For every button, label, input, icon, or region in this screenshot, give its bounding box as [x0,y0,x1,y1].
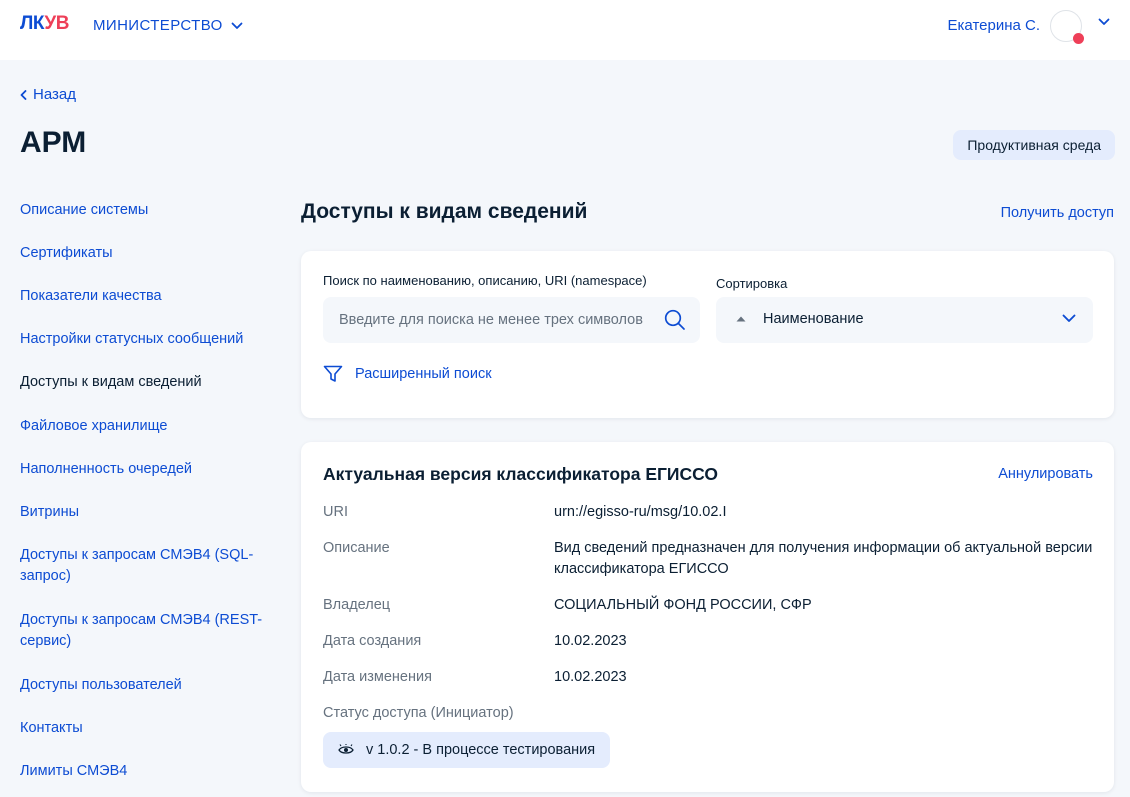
sidebar-item-queue-fill[interactable]: Наполненность очередей [20,459,192,480]
sidebar-item-smev4-rest[interactable]: Доступы к запросам СМЭВ4 (REST-сервис) [20,610,265,652]
created-date-value: 10.02.2023 [554,633,627,649]
status-value: v 1.0.2 - В процессе тестирования [366,742,596,758]
status-key: Статус доступа (Инициатор) [323,705,514,721]
user-menu-chevron-icon[interactable] [1098,18,1110,26]
search-panel: Поиск по наименованию, описанию, URI (na… [301,251,1114,418]
annul-link[interactable]: Аннулировать [998,466,1093,482]
get-access-link[interactable]: Получить доступ [1001,205,1114,221]
environment-badge[interactable]: Продуктивная среда [953,130,1115,160]
search-input[interactable] [323,297,700,343]
owner-key: Владелец [323,597,391,613]
eye-icon [338,744,354,754]
uri-value: urn://egisso-ru/msg/10.02.I [554,504,727,520]
logo[interactable]: ЛКУВ [20,13,69,35]
sidebar-item-contacts[interactable]: Контакты [20,718,83,739]
description-key: Описание [323,540,390,556]
sidebar-item-user-access[interactable]: Доступы пользователей [20,675,182,696]
sidebar-item-certificates[interactable]: Сертификаты [20,243,113,264]
advanced-search-link[interactable]: Расширенный поиск [323,365,492,383]
sort-select[interactable]: Наименование [716,297,1093,343]
sort-value: Наименование [763,311,864,327]
search-label: Поиск по наименованию, описанию, URI (na… [323,273,647,288]
chevron-down-icon [231,22,243,29]
chevron-left-icon [20,89,27,100]
modified-date-value: 10.02.2023 [554,669,627,685]
sidebar-item-status-messages[interactable]: Настройки статусных сообщений [20,329,243,350]
sidebar-item-smev4-sql[interactable]: Доступы к запросам СМЭВ4 (SQL-запрос) [20,545,260,587]
description-value: Вид сведений предназначен для получения … [554,540,1093,577]
filter-icon [323,365,343,382]
avatar[interactable] [1050,10,1084,44]
notification-dot [1073,33,1084,44]
page-title: АРМ [20,126,87,159]
sidebar-item-smev4-limits[interactable]: Лимиты СМЭВ4 [20,761,127,782]
modified-date-key: Дата изменения [323,669,432,685]
search-icon[interactable] [664,309,686,331]
back-link[interactable]: Назад [20,86,76,103]
status-chip[interactable]: v 1.0.2 - В процессе тестирования [323,732,611,768]
card-title: Актуальная версия классификатора ЕГИССО [323,464,718,484]
advanced-search-label: Расширенный поиск [355,366,492,382]
sidebar-item-showcases[interactable]: Витрины [20,502,79,523]
sidebar-item-data-access[interactable]: Доступы к видам сведений [20,372,202,393]
top-bar: ЛКУВ МИНИСТЕРСТВО Екатерина С. [0,0,1130,60]
data-access-card: Актуальная версия классификатора ЕГИССО … [301,442,1114,792]
section-title: Доступы к видам сведений [301,200,588,223]
ministry-dropdown[interactable]: МИНИСТЕРСТВО [93,17,243,34]
user-name[interactable]: Екатерина С. [948,17,1040,34]
chevron-down-icon [1062,314,1076,322]
sidebar-item-quality-metrics[interactable]: Показатели качества [20,286,162,307]
back-label: Назад [33,86,76,103]
sidebar-item-system-description[interactable]: Описание системы [20,200,148,221]
sort-label: Сортировка [716,276,788,291]
uri-key: URI [323,504,348,520]
sort-ascending-icon [736,316,746,322]
created-date-key: Дата создания [323,633,422,649]
ministry-label: МИНИСТЕРСТВО [93,17,223,34]
owner-value: СОЦИАЛЬНЫЙ ФОНД РОССИИ, СФР [554,597,812,613]
sidebar-item-file-storage[interactable]: Файловое хранилище [20,416,167,437]
